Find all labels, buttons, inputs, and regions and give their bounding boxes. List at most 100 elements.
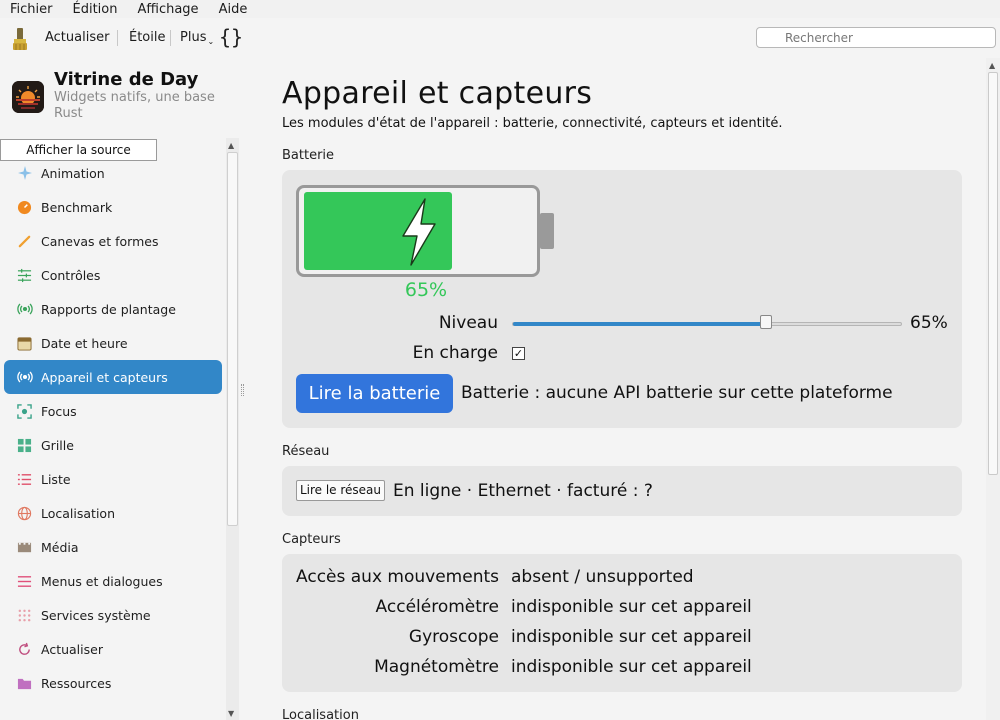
more-label: Plus: [180, 30, 207, 45]
sidebar-item-label: Appareil et capteurs: [41, 369, 168, 385]
menu-file[interactable]: Fichier: [0, 1, 63, 18]
list-icon: [16, 471, 33, 488]
grid-icon: [16, 437, 33, 454]
scroll-up-icon[interactable]: ▲: [989, 61, 995, 70]
slider-thumb[interactable]: [760, 315, 772, 329]
battery-card: 65% Niveau 65% En charge ✓ Lire la batte…: [282, 170, 962, 428]
app-logo: [12, 81, 44, 113]
app-subtitle: Widgets natifs, une base Rust: [54, 90, 215, 121]
sidebar-item-label: Grille: [41, 437, 74, 453]
globe-icon: [16, 505, 33, 522]
broom-icon[interactable]: [10, 27, 30, 51]
page-description: Les modules d'état de l'appareil : batte…: [282, 116, 783, 131]
main-scrollbar[interactable]: ▲: [986, 58, 1000, 720]
sidebar-item-resources[interactable]: Ressources: [4, 666, 222, 700]
scrollbar-thumb[interactable]: [988, 72, 998, 475]
sensor-value: indisponible sur cet appareil: [511, 597, 752, 617]
sidebar-item-label: Date et heure: [41, 335, 128, 351]
refresh-button[interactable]: Actualiser: [45, 30, 109, 45]
dots-grid-icon: [16, 607, 33, 624]
sensor-label: Accès aux mouvements: [296, 567, 499, 587]
app-title: Vitrine de Day: [54, 69, 199, 90]
menu-help[interactable]: Aide: [209, 1, 258, 18]
location-section-label: Localisation: [282, 708, 359, 720]
main-content: Appareil et capteurs Les modules d'état …: [244, 58, 986, 720]
search-input[interactable]: [756, 27, 996, 48]
sensor-label: Gyroscope: [408, 627, 499, 647]
sidebar-item-grid[interactable]: Grille: [4, 428, 222, 462]
level-slider[interactable]: [512, 322, 902, 326]
menu-edit[interactable]: Édition: [63, 1, 128, 18]
sidebar-item-media[interactable]: Média: [4, 530, 222, 564]
sidebar-item-focus[interactable]: Focus: [4, 394, 222, 428]
calendar-icon: [16, 335, 33, 352]
refresh-icon: [16, 641, 33, 658]
scroll-up-icon[interactable]: ▲: [228, 141, 234, 150]
sidebar-item-label: Focus: [41, 403, 77, 419]
focus-icon: [16, 403, 33, 420]
sidebar-item-label: Animation: [41, 165, 105, 181]
star-button[interactable]: Étoile: [129, 30, 166, 45]
page-title: Appareil et capteurs: [282, 76, 593, 111]
toolbar-divider: [117, 30, 118, 46]
slider-fill: [513, 322, 767, 326]
sidebar-item-canvas[interactable]: Canevas et formes: [4, 224, 222, 258]
film-icon: [16, 539, 33, 556]
brush-icon: [16, 233, 33, 250]
sidebar-item-crash-reports[interactable]: Rapports de plantage: [4, 292, 222, 326]
sensor-label: Accéléromètre: [375, 597, 499, 617]
sensors-section-label: Capteurs: [282, 532, 341, 547]
gauge-icon: [16, 199, 33, 216]
sidebar-item-label: Menus et dialogues: [41, 573, 163, 589]
sidebar-list: Animation Benchmark Canevas et formes Co…: [0, 140, 226, 700]
read-network-button[interactable]: Lire le réseau: [296, 480, 385, 501]
scroll-down-icon[interactable]: ▼: [228, 709, 234, 718]
sidebar-item-system-services[interactable]: Services système: [4, 598, 222, 632]
menu-icon: [16, 573, 33, 590]
sidebar-item-device-sensors[interactable]: Appareil et capteurs: [4, 360, 222, 394]
sidebar-item-benchmark[interactable]: Benchmark: [4, 190, 222, 224]
broadcast-icon: [16, 301, 33, 318]
sensor-value: indisponible sur cet appareil: [511, 657, 752, 677]
sidebar-scrollbar[interactable]: ▲ ▼: [226, 138, 239, 720]
sensor-label: Magnétomètre: [374, 657, 499, 677]
sidebar-item-menus-dialogs[interactable]: Menus et dialogues: [4, 564, 222, 598]
sidebar-item-list[interactable]: Liste: [4, 462, 222, 496]
network-status: En ligne · Ethernet · facturé : ?: [393, 481, 653, 501]
read-battery-button[interactable]: Lire la batterie: [296, 374, 453, 413]
network-section-label: Réseau: [282, 444, 330, 459]
sliders-icon: [16, 267, 33, 284]
sidebar-item-label: Actualiser: [41, 641, 103, 657]
scrollbar-thumb[interactable]: [227, 152, 238, 526]
toolbar-divider: [170, 30, 171, 46]
sidebar-nav: Animation Benchmark Canevas et formes Co…: [0, 140, 226, 720]
sensor-value: absent / unsupported: [511, 567, 694, 587]
sidebar-item-label: Services système: [41, 607, 151, 623]
charging-checkbox[interactable]: ✓: [512, 347, 525, 360]
sidebar-item-label: Benchmark: [41, 199, 113, 215]
toolbar: Actualiser Étoile Plus⌄ {}: [0, 18, 1000, 58]
sparkles-icon: [16, 165, 33, 182]
sidebar-item-animation[interactable]: Animation: [4, 156, 222, 190]
sidebar-item-date-time[interactable]: Date et heure: [4, 326, 222, 360]
sensors-card: Accès aux mouvements absent / unsupporte…: [282, 554, 962, 692]
sidebar-item-label: Rapports de plantage: [41, 301, 176, 317]
battery-terminal: [540, 213, 554, 249]
show-source-button[interactable]: Afficher la source: [0, 139, 157, 161]
sidebar-item-controls[interactable]: Contrôles: [4, 258, 222, 292]
more-button[interactable]: Plus⌄: [180, 30, 214, 46]
broadcast-icon: [16, 369, 33, 386]
sidebar-item-label: Canevas et formes: [41, 233, 159, 249]
battery-percent: 65%: [404, 279, 448, 301]
sidebar-item-localization[interactable]: Localisation: [4, 496, 222, 530]
battery-section-label: Batterie: [282, 148, 335, 163]
sidebar-item-refresh[interactable]: Actualiser: [4, 632, 222, 666]
level-label: Niveau: [438, 313, 498, 333]
battery-status: Batterie : aucune API batterie sur cette…: [461, 383, 893, 403]
braces-icon[interactable]: {}: [219, 25, 243, 49]
charging-label: En charge: [412, 343, 498, 363]
level-value: 65%: [910, 313, 948, 333]
lightning-bolt-icon: [402, 198, 436, 266]
sidebar-item-label: Liste: [41, 471, 71, 487]
menu-view[interactable]: Affichage: [127, 1, 208, 18]
